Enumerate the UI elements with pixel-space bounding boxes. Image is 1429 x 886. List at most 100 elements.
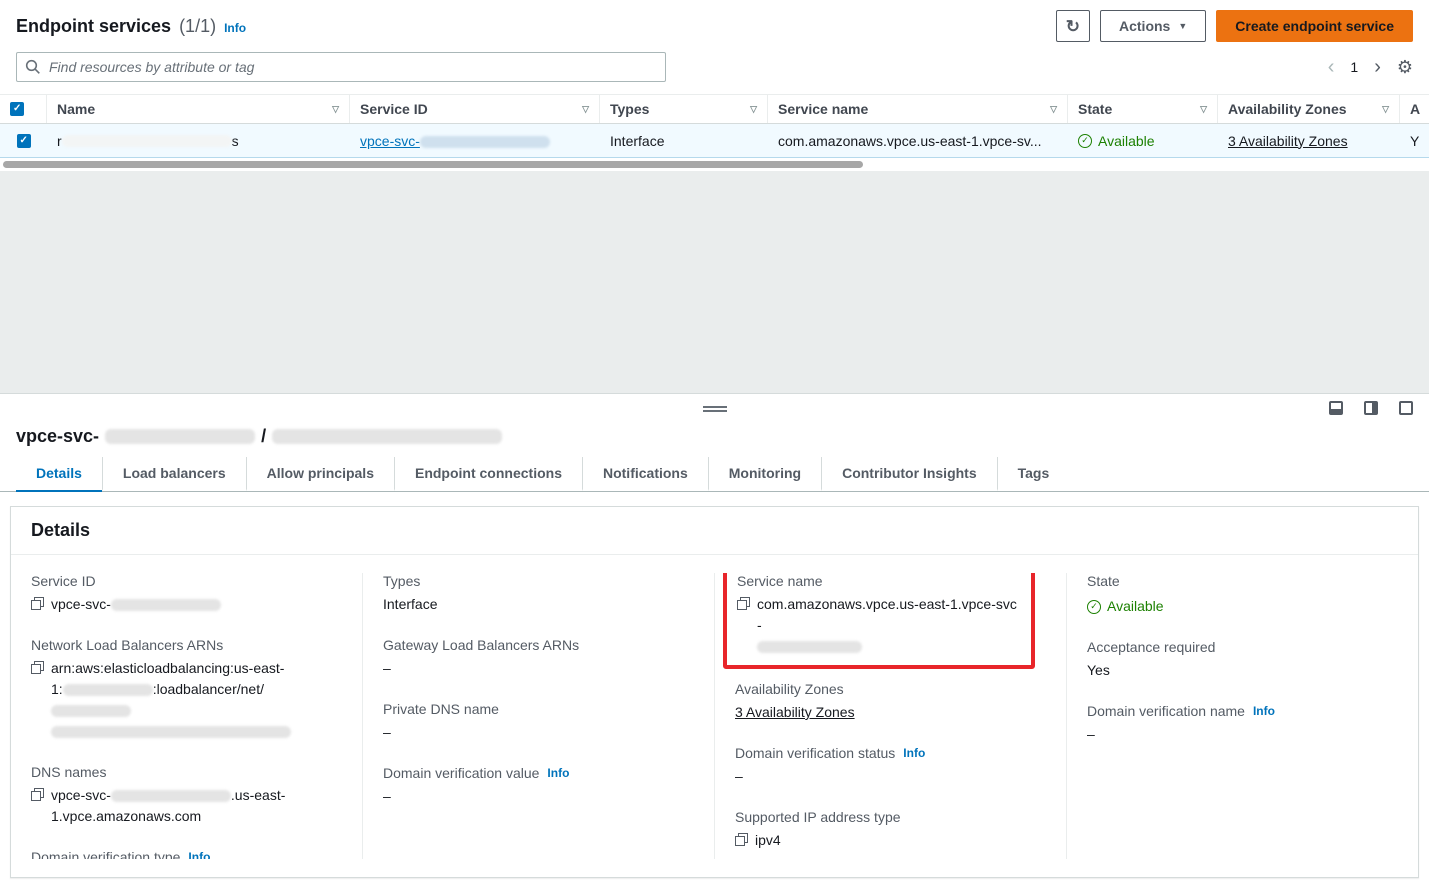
domain-verification-type-field: Domain verification type Info –: [31, 849, 342, 859]
detail-tabs: Details Load balancers Allow principals …: [0, 457, 1429, 492]
filter-icon[interactable]: ▽: [582, 104, 589, 115]
refresh-button[interactable]: ↻: [1056, 10, 1090, 42]
column-header-service-id[interactable]: Service ID ▽: [350, 95, 600, 123]
table-header-row: Name ▽ Service ID ▽ Types ▽ Service name…: [0, 94, 1429, 124]
previous-page-icon[interactable]: ‹: [1328, 57, 1335, 77]
caret-down-icon: ▼: [1178, 22, 1187, 31]
pagination: ‹ 1 › ⚙: [1328, 57, 1413, 78]
copy-icon[interactable]: [737, 597, 750, 610]
redacted-service-id-value: [111, 599, 221, 611]
dns-names-field: DNS names vpce-svc-.us-east- 1.vpce.amaz…: [31, 764, 342, 827]
search-input[interactable]: [16, 52, 666, 82]
availability-zones-field: Availability Zones 3 Availability Zones: [735, 681, 1046, 723]
settings-gear-icon[interactable]: ⚙: [1397, 57, 1413, 78]
column-header-state[interactable]: State ▽: [1068, 95, 1218, 123]
split-drag-handle-icon[interactable]: [703, 406, 727, 412]
supported-ip-address-type-field: Supported IP address type ipv4: [735, 809, 1046, 851]
refresh-icon: ↻: [1066, 18, 1080, 35]
resource-count: (1/1): [179, 16, 216, 37]
tab-monitoring[interactable]: Monitoring: [708, 457, 821, 491]
select-all-checkbox[interactable]: [10, 102, 24, 116]
create-endpoint-service-button[interactable]: Create endpoint service: [1216, 10, 1413, 42]
tab-notifications[interactable]: Notifications: [582, 457, 708, 491]
details-column-4: State ✓ Available Acceptance required Ye…: [1066, 573, 1418, 859]
details-column-3: Service name com.amazonaws.vpce.us-east-…: [714, 573, 1066, 859]
glb-arns-field: Gateway Load Balancers ARNs –: [383, 637, 694, 679]
copy-icon[interactable]: [31, 788, 44, 801]
private-dns-name-field: Private DNS name –: [383, 701, 694, 743]
acceptance-required-field: Acceptance required Yes: [1087, 639, 1398, 681]
row-availability-zones-cell: 3 Availability Zones: [1218, 124, 1400, 157]
state-field: State ✓ Available: [1087, 573, 1398, 617]
tab-load-balancers[interactable]: Load balancers: [102, 457, 246, 491]
tab-details[interactable]: Details: [16, 457, 102, 492]
row-service-id-cell: vpce-svc-: [350, 124, 600, 157]
filter-icon[interactable]: ▽: [750, 104, 757, 115]
row-state-cell: ✓ Available: [1068, 124, 1218, 157]
table-controls: ‹ 1 › ⚙: [0, 48, 1429, 94]
redacted-arn-tail: [51, 726, 291, 738]
copy-icon[interactable]: [31, 597, 44, 610]
row-service-name-cell: com.amazonaws.vpce.us-east-1.vpce-sv...: [768, 124, 1068, 157]
column-header-types[interactable]: Types ▽: [600, 95, 768, 123]
table-row[interactable]: r s vpce-svc- Interface com.amazonaws.vp…: [0, 124, 1429, 158]
redacted-title-id: [105, 429, 255, 444]
filter-icon[interactable]: ▽: [1050, 104, 1057, 115]
redacted-account-id: [63, 684, 153, 696]
tab-tags[interactable]: Tags: [997, 457, 1070, 491]
info-link[interactable]: Info: [903, 746, 925, 760]
available-check-icon: ✓: [1078, 134, 1092, 148]
panel-layout-bottom-icon[interactable]: [1329, 401, 1343, 415]
info-link[interactable]: Info: [224, 21, 246, 35]
detail-panel-title: vpce-svc- /: [0, 424, 1429, 457]
endpoint-services-list-section: Endpoint services (1/1) Info ↻ Actions ▼…: [0, 0, 1429, 171]
column-header-truncated[interactable]: A: [1400, 95, 1429, 123]
details-card: Details Service ID vpce-svc- Network Loa…: [10, 506, 1419, 878]
row-types-cell: Interface: [600, 124, 768, 157]
select-all-cell: [0, 95, 47, 123]
page-title: Endpoint services: [16, 16, 171, 37]
filter-icon[interactable]: ▽: [332, 104, 339, 115]
nlb-arns-field: Network Load Balancers ARNs arn:aws:elas…: [31, 637, 342, 742]
row-truncated-cell: Y: [1400, 124, 1429, 157]
panel-layout-full-icon[interactable]: [1399, 401, 1413, 415]
column-header-service-name[interactable]: Service name ▽: [768, 95, 1068, 123]
redacted-name: [62, 135, 232, 147]
details-column-1: Service ID vpce-svc- Network Load Balanc…: [11, 573, 362, 859]
availability-zones-link[interactable]: 3 Availability Zones: [735, 704, 855, 720]
search-box: [16, 52, 666, 82]
next-page-icon[interactable]: ›: [1374, 57, 1381, 77]
filter-icon[interactable]: ▽: [1200, 104, 1207, 115]
domain-verification-name-field: Domain verification name Info –: [1087, 703, 1398, 745]
scrollbar-thumb[interactable]: [3, 161, 863, 168]
service-name-field: Service name com.amazonaws.vpce.us-east-…: [737, 573, 1021, 657]
horizontal-scrollbar: [0, 158, 1429, 171]
info-link[interactable]: Info: [547, 766, 569, 780]
column-header-name[interactable]: Name ▽: [47, 95, 350, 123]
redacted-service-name-tail: [757, 641, 862, 653]
info-link[interactable]: Info: [188, 850, 210, 859]
service-id-link[interactable]: vpce-svc-: [360, 133, 550, 149]
panel-layout-side-icon[interactable]: [1364, 401, 1378, 415]
tab-contributor-insights[interactable]: Contributor Insights: [821, 457, 997, 491]
page-header: Endpoint services (1/1) Info ↻ Actions ▼…: [0, 0, 1429, 48]
copy-icon[interactable]: [735, 833, 748, 846]
search-icon: [25, 59, 41, 75]
filter-icon[interactable]: ▽: [1382, 104, 1389, 115]
copy-icon[interactable]: [31, 661, 44, 674]
availability-zones-link[interactable]: 3 Availability Zones: [1228, 133, 1348, 149]
current-page[interactable]: 1: [1350, 59, 1358, 75]
info-link[interactable]: Info: [1253, 704, 1275, 718]
details-card-title: Details: [11, 507, 1418, 555]
domain-verification-status-field: Domain verification status Info –: [735, 745, 1046, 787]
row-name-cell: r s: [47, 124, 350, 157]
available-check-icon: ✓: [1087, 600, 1101, 614]
row-checkbox[interactable]: [17, 134, 31, 148]
column-header-availability-zones[interactable]: Availability Zones ▽: [1218, 95, 1400, 123]
service-id-field: Service ID vpce-svc-: [31, 573, 342, 615]
tab-endpoint-connections[interactable]: Endpoint connections: [394, 457, 582, 491]
domain-verification-value-field: Domain verification value Info –: [383, 765, 694, 807]
status-badge: ✓ Available: [1087, 596, 1164, 617]
actions-button[interactable]: Actions ▼: [1100, 10, 1206, 42]
tab-allow-principals[interactable]: Allow principals: [246, 457, 394, 491]
